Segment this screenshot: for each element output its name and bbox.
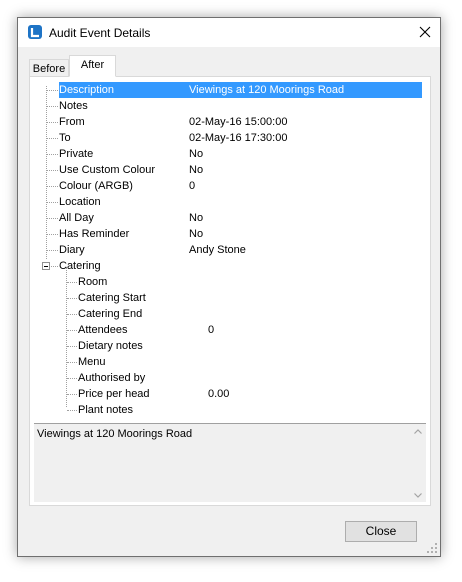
tree-connector (47, 106, 58, 107)
property-value: 0 (189, 180, 196, 192)
property-label: Catering End (78, 308, 143, 320)
scroll-down-arrow-icon[interactable] (414, 493, 422, 498)
tree-connector (67, 378, 77, 379)
tab-page-after: Description Viewings at 120 Moorings Roa… (29, 76, 431, 506)
tree-row-has-reminder[interactable]: Has Reminder No (34, 226, 426, 242)
tree-row-dietary-notes[interactable]: Dietary notes (34, 338, 426, 354)
tree-connector (51, 266, 58, 267)
property-label: Colour (ARGB) (59, 180, 133, 192)
resize-grip-icon[interactable] (427, 543, 437, 553)
tree-connector (67, 346, 77, 347)
tree-connector (47, 122, 58, 123)
tree-row-room[interactable]: Room (34, 274, 426, 290)
property-label: Notes (59, 100, 88, 112)
tab-after[interactable]: After (69, 55, 116, 77)
property-label: Room (78, 276, 108, 288)
tree-connector (67, 362, 77, 363)
tree-row-catering-end[interactable]: Catering End (34, 306, 426, 322)
property-label: Description (59, 84, 115, 96)
tree-connector (67, 394, 77, 395)
property-label: Dietary notes (78, 340, 143, 352)
collapse-expander-icon[interactable] (42, 262, 50, 270)
tree-row-to[interactable]: To 02-May-16 17:30:00 (34, 130, 426, 146)
tab-before[interactable]: Before (29, 59, 69, 76)
tree-row-use-custom-colour[interactable]: Use Custom Colour No (34, 162, 426, 178)
close-icon (419, 26, 431, 38)
app-logo-icon (28, 25, 42, 39)
tree-connector (67, 314, 77, 315)
property-label: Location (59, 196, 101, 208)
tree-row-menu[interactable]: Menu (34, 354, 426, 370)
property-value: 0.00 (208, 388, 230, 400)
property-value: No (189, 228, 204, 240)
tree-row-from[interactable]: From 02-May-16 15:00:00 (34, 114, 426, 130)
tree-connector (47, 186, 58, 187)
property-value: Andy Stone (189, 244, 246, 256)
tree-row-attendees[interactable]: Attendees 0 (34, 322, 426, 338)
property-value: No (189, 212, 204, 224)
tree-row-authorised-by[interactable]: Authorised by (34, 370, 426, 386)
audit-event-details-dialog: Audit Event Details Before After Descrip… (17, 17, 441, 557)
window-title: Audit Event Details (49, 26, 151, 40)
property-label: Attendees (78, 324, 128, 336)
property-value: No (189, 148, 204, 160)
tree-connector (67, 330, 77, 331)
property-label: Diary (59, 244, 85, 256)
close-window-button[interactable] (410, 18, 440, 47)
property-label: Has Reminder (59, 228, 130, 240)
property-label: Price per head (78, 388, 150, 400)
tree-connector (67, 298, 77, 299)
tree-row-description[interactable]: Description Viewings at 120 Moorings Roa… (34, 82, 426, 98)
tree-connector (47, 202, 58, 203)
property-label: Use Custom Colour (59, 164, 155, 176)
tree-row-private[interactable]: Private No (34, 146, 426, 162)
property-value: 02-May-16 17:30:00 (189, 132, 288, 144)
tree-connector (47, 218, 58, 219)
tree-connector (67, 282, 77, 283)
property-label: Menu (78, 356, 106, 368)
property-label: Private (59, 148, 94, 160)
property-value: No (189, 164, 204, 176)
property-label: To (59, 132, 71, 144)
property-tree[interactable]: Description Viewings at 120 Moorings Roa… (34, 82, 426, 423)
property-label: All Day (59, 212, 94, 224)
close-button[interactable]: Close (345, 521, 417, 542)
tree-row-diary[interactable]: Diary Andy Stone (34, 242, 426, 258)
property-value: 0 (208, 324, 215, 336)
description-scrollbar[interactable] (410, 424, 426, 502)
tree-row-all-day[interactable]: All Day No (34, 210, 426, 226)
tree-row-colour-argb[interactable]: Colour (ARGB) 0 (34, 178, 426, 194)
property-label: Plant notes (78, 404, 134, 416)
tree-row-notes[interactable]: Notes (34, 98, 426, 114)
tree-connector (47, 250, 58, 251)
scroll-up-arrow-icon[interactable] (414, 429, 422, 434)
tree-row-plant-notes[interactable]: Plant notes (34, 402, 426, 418)
title-bar[interactable]: Audit Event Details (18, 18, 440, 47)
tree-connector (47, 234, 58, 235)
tree-connector (47, 170, 58, 171)
tree-connector (47, 90, 58, 91)
tree-row-catering-start[interactable]: Catering Start (34, 290, 426, 306)
tree-connector (47, 154, 58, 155)
property-value: 02-May-16 15:00:00 (189, 116, 288, 128)
description-panel[interactable]: Viewings at 120 Moorings Road (34, 423, 426, 502)
property-value: Viewings at 120 Moorings Road (189, 84, 345, 96)
description-text: Viewings at 120 Moorings Road (37, 428, 193, 440)
tree-row-price-per-head[interactable]: Price per head 0.00 (34, 386, 426, 402)
tree-connector (67, 410, 77, 411)
property-label: Catering Start (78, 292, 146, 304)
group-label: Catering (59, 260, 101, 272)
tree-row-catering[interactable]: Catering (34, 258, 426, 274)
tree-connector (47, 138, 58, 139)
property-label: From (59, 116, 85, 128)
tree-row-location[interactable]: Location (34, 194, 426, 210)
property-label: Authorised by (78, 372, 146, 384)
